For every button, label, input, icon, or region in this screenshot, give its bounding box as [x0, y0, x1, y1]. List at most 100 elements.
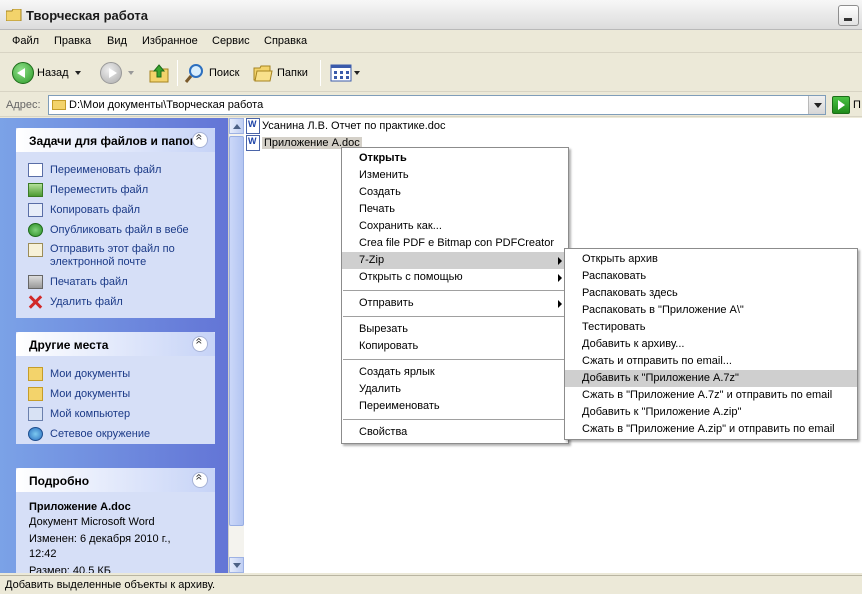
- places-panel: Другие места Мои документы Мои документы…: [16, 332, 215, 444]
- menu-favorites[interactable]: Избранное: [142, 35, 198, 47]
- menu-pdfcreator[interactable]: Crea file PDF e Bitmap con PDFCreator: [342, 235, 568, 252]
- title-bar: Творческая работа: [0, 0, 862, 30]
- tasks-panel-header[interactable]: Задачи для файлов и папок: [16, 128, 215, 152]
- menu-save-as[interactable]: Сохранить как...: [342, 218, 568, 235]
- views-button[interactable]: [330, 60, 360, 86]
- zip-add-to-7z[interactable]: Добавить к "Приложение А.7z": [565, 370, 857, 387]
- tasks-panel-title: Задачи для файлов и папок: [29, 134, 196, 148]
- menu-create-shortcut[interactable]: Создать ярлык: [342, 364, 568, 381]
- menu-copy[interactable]: Копировать: [342, 338, 568, 355]
- menu-print[interactable]: Печать: [342, 201, 568, 218]
- scroll-thumb[interactable]: [229, 136, 244, 526]
- zip-extract[interactable]: Распаковать: [565, 268, 857, 285]
- menu-help[interactable]: Справка: [264, 35, 307, 47]
- context-menu: Открыть Изменить Создать Печать Сохранит…: [341, 147, 569, 444]
- task-email[interactable]: Отправить этот файл по электронной почте: [28, 240, 215, 272]
- file-name: Усанина Л.В. Отчет по практике.doc: [262, 120, 446, 132]
- network-icon: [28, 427, 43, 441]
- zip-open-archive[interactable]: Открыть архив: [565, 251, 857, 268]
- place-my-documents-2[interactable]: Мои документы: [28, 384, 215, 404]
- menu-7zip[interactable]: 7-Zip: [342, 252, 568, 269]
- task-print[interactable]: Печатать файл: [28, 272, 215, 292]
- search-button[interactable]: Поиск: [184, 60, 239, 86]
- collapse-icon[interactable]: [192, 472, 208, 488]
- scroll-up-icon[interactable]: [229, 118, 244, 134]
- back-arrow-icon: [12, 62, 34, 84]
- go-button[interactable]: [832, 96, 850, 114]
- collapse-icon[interactable]: [192, 336, 208, 352]
- address-dropdown-button[interactable]: [808, 96, 825, 114]
- folders-icon: [253, 65, 273, 82]
- address-label: Адрес:: [6, 99, 41, 111]
- menu-send-to[interactable]: Отправить: [342, 295, 568, 312]
- up-folder-icon: [149, 64, 169, 83]
- zip-compress-zip-email[interactable]: Сжать в "Приложение А.zip" и отправить п…: [565, 421, 857, 438]
- details-panel-title: Подробно: [29, 474, 90, 488]
- places-panel-header[interactable]: Другие места: [16, 332, 215, 356]
- delete-icon: [28, 295, 43, 309]
- place-my-computer[interactable]: Мой компьютер: [28, 404, 215, 424]
- back-dropdown-icon[interactable]: [74, 71, 81, 75]
- submenu-arrow-icon: [558, 274, 562, 282]
- menu-open[interactable]: Открыть: [342, 150, 568, 167]
- menu-separator: [342, 415, 568, 424]
- copy-icon: [28, 203, 43, 217]
- menu-edit[interactable]: Правка: [54, 35, 91, 47]
- task-rename[interactable]: Переименовать файл: [28, 160, 215, 180]
- menu-new[interactable]: Создать: [342, 184, 568, 201]
- menu-view[interactable]: Вид: [107, 35, 127, 47]
- zip-add-to-zip[interactable]: Добавить к "Приложение А.zip": [565, 404, 857, 421]
- zip-test[interactable]: Тестировать: [565, 319, 857, 336]
- minimize-button[interactable]: [838, 5, 859, 26]
- status-bar: Добавить выделенные объекты к архиву.: [0, 575, 862, 594]
- file-item[interactable]: Усанина Л.В. Отчет по практике.doc: [246, 118, 446, 134]
- address-field[interactable]: D:\Мои документы\Творческая работа: [48, 95, 826, 115]
- place-network[interactable]: Сетевое окружение: [28, 424, 215, 444]
- views-dropdown-icon[interactable]: [354, 71, 360, 75]
- menu-file[interactable]: Файл: [12, 35, 39, 47]
- place-my-documents[interactable]: Мои документы: [28, 364, 215, 384]
- go-label[interactable]: П: [853, 99, 861, 111]
- folder-icon: [6, 9, 22, 21]
- forward-dropdown-icon[interactable]: [128, 71, 134, 75]
- forward-button[interactable]: [100, 60, 134, 86]
- details-panel: Подробно Приложение А.doc Документ Micro…: [16, 468, 215, 573]
- zip-extract-here[interactable]: Распаковать здесь: [565, 285, 857, 302]
- web-icon: [28, 223, 43, 237]
- zip-add-to-archive[interactable]: Добавить к архиву...: [565, 336, 857, 353]
- scroll-down-icon[interactable]: [229, 557, 244, 573]
- tasks-panel: Задачи для файлов и папок Переименовать …: [16, 128, 215, 318]
- menu-delete[interactable]: Удалить: [342, 381, 568, 398]
- zip-compress-email[interactable]: Сжать и отправить по email...: [565, 353, 857, 370]
- menu-cut[interactable]: Вырезать: [342, 321, 568, 338]
- task-pane-scrollbar[interactable]: [228, 118, 244, 573]
- collapse-icon[interactable]: [192, 132, 208, 148]
- folders-button[interactable]: Папки: [252, 60, 308, 86]
- email-icon: [28, 243, 43, 257]
- menu-rename[interactable]: Переименовать: [342, 398, 568, 415]
- menu-open-with[interactable]: Открыть с помощью: [342, 269, 568, 286]
- window-title: Творческая работа: [26, 8, 149, 23]
- task-pane: Задачи для файлов и папок Переименовать …: [0, 118, 228, 573]
- zip-compress-7z-email[interactable]: Сжать в "Приложение А.7z" и отправить по…: [565, 387, 857, 404]
- task-publish-web[interactable]: Опубликовать файл в вебе: [28, 220, 215, 240]
- task-label: Отправить этот файл по электронной почте: [50, 243, 175, 268]
- up-folder-button[interactable]: [148, 60, 170, 86]
- address-path[interactable]: D:\Мои документы\Творческая работа: [69, 99, 263, 111]
- menu-bar: Файл Правка Вид Избранное Сервис Справка: [0, 31, 862, 53]
- folder-icon: [28, 367, 43, 381]
- menu-properties[interactable]: Свойства: [342, 424, 568, 441]
- place-label: Мои документы: [50, 368, 131, 380]
- toolbar-separator: [177, 60, 178, 86]
- task-copy[interactable]: Копировать файл: [28, 200, 215, 220]
- printer-icon: [28, 275, 43, 289]
- toolbar-separator: [320, 60, 321, 86]
- zip-extract-to-folder[interactable]: Распаковать в "Приложение А\": [565, 302, 857, 319]
- task-move[interactable]: Переместить файл: [28, 180, 215, 200]
- task-delete[interactable]: Удалить файл: [28, 292, 215, 312]
- back-button[interactable]: Назад: [12, 60, 81, 86]
- menu-tools[interactable]: Сервис: [212, 35, 250, 47]
- computer-icon: [28, 407, 43, 421]
- menu-edit-file[interactable]: Изменить: [342, 167, 568, 184]
- details-panel-header[interactable]: Подробно: [16, 468, 215, 492]
